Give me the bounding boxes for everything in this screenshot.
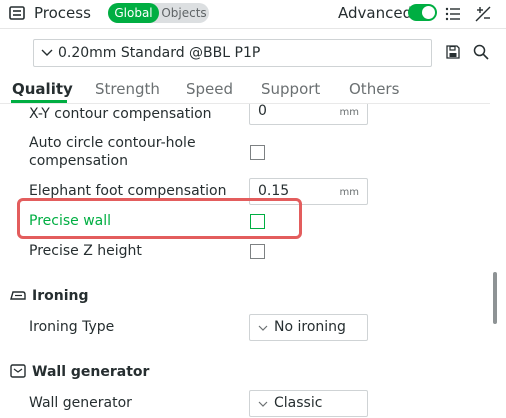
scrollbar-track[interactable] bbox=[490, 104, 506, 418]
auto-circle-checkbox[interactable] bbox=[250, 145, 265, 160]
tab-support[interactable]: Support bbox=[261, 79, 320, 99]
precise-z-label: Precise Z height bbox=[29, 243, 142, 259]
precise-z-checkbox[interactable] bbox=[250, 244, 265, 259]
chevron-down-icon bbox=[258, 325, 268, 332]
ironing-type-select[interactable]: No ironing bbox=[249, 314, 368, 341]
scope-toggle[interactable]: Global Objects bbox=[108, 3, 209, 23]
tab-speed[interactable]: Speed bbox=[186, 79, 233, 99]
advanced-switch[interactable] bbox=[408, 4, 437, 21]
scrollbar-thumb[interactable] bbox=[493, 272, 497, 324]
switch-knob bbox=[422, 6, 435, 19]
wall-generator-select[interactable]: Classic bbox=[249, 390, 368, 417]
auto-circle-label-line2: compensation bbox=[29, 153, 128, 169]
preset-dropdown[interactable]: 0.20mm Standard @BBL P1P bbox=[33, 39, 432, 67]
auto-circle-label-line1: Auto circle contour-hole bbox=[29, 135, 196, 151]
elephant-foot-unit: mm bbox=[339, 187, 359, 198]
header-divider bbox=[0, 28, 506, 29]
process-header: Process Global Objects Advanced bbox=[0, 0, 506, 28]
save-icon[interactable] bbox=[446, 45, 460, 59]
wall-generator-icon bbox=[9, 363, 27, 379]
compare-icon[interactable] bbox=[474, 5, 492, 23]
toggle-objects[interactable]: Objects bbox=[159, 3, 209, 23]
ironing-icon bbox=[9, 288, 27, 302]
search-icon[interactable] bbox=[473, 44, 489, 60]
ironing-section-title: Ironing bbox=[32, 288, 89, 304]
ironing-type-label: Ironing Type bbox=[29, 319, 115, 335]
process-icon bbox=[8, 4, 26, 22]
panel-title: Process bbox=[34, 4, 91, 22]
wall-generator-label: Wall generator bbox=[29, 395, 132, 411]
list-icon[interactable] bbox=[445, 6, 461, 22]
preset-name: 0.20mm Standard @BBL P1P bbox=[58, 45, 261, 61]
precise-wall-highlight bbox=[17, 198, 302, 239]
wall-generator-value: Classic bbox=[274, 395, 323, 411]
wall-generator-section-title: Wall generator bbox=[32, 364, 150, 380]
settings-scroll-area: X-Y contour compensation 0 mm Auto circl… bbox=[0, 104, 490, 418]
toggle-global[interactable]: Global bbox=[108, 3, 159, 23]
chevron-down-icon bbox=[41, 48, 53, 58]
xy-comp-value: 0 bbox=[258, 104, 267, 119]
xy-comp-label: X-Y contour compensation bbox=[29, 106, 212, 122]
tab-others[interactable]: Others bbox=[349, 79, 399, 99]
xy-comp-input[interactable]: 0 mm bbox=[249, 104, 368, 125]
tab-quality[interactable]: Quality bbox=[12, 79, 73, 99]
elephant-foot-value: 0.15 bbox=[258, 183, 290, 199]
tab-strength[interactable]: Strength bbox=[95, 79, 160, 99]
advanced-label: Advanced bbox=[338, 4, 413, 22]
ironing-type-value: No ironing bbox=[274, 319, 346, 335]
chevron-down-icon bbox=[258, 401, 268, 408]
xy-comp-unit: mm bbox=[339, 107, 359, 118]
